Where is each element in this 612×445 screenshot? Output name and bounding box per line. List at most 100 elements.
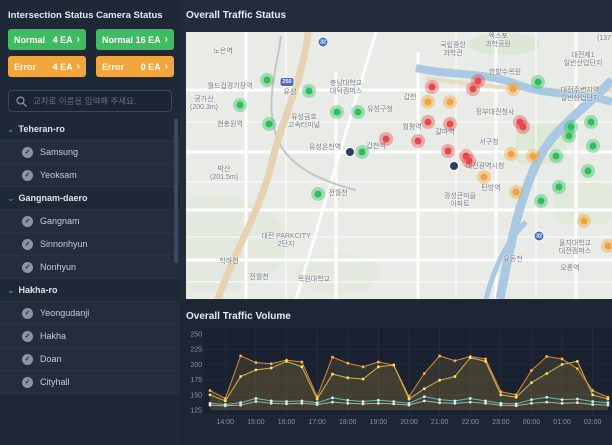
tree-item-label: Doan: [40, 354, 62, 364]
intersection-marker-normal[interactable]: [262, 117, 276, 131]
map-place-label: 박산 (201.5m): [210, 166, 238, 182]
intersection-status-title: Intersection Status: [8, 10, 86, 21]
svg-text:200: 200: [190, 362, 202, 369]
tree-item-nonhyun[interactable]: ✓Nonhyun: [0, 256, 180, 279]
svg-text:150: 150: [190, 392, 202, 399]
intersection-marker-normal[interactable]: [302, 84, 316, 98]
intersection-marker-error[interactable]: [411, 134, 425, 148]
intersection-marker-warning[interactable]: [443, 95, 457, 109]
check-circle-icon: ✓: [22, 377, 33, 388]
intersection-marker-normal[interactable]: [534, 194, 548, 208]
intersection-marker-warning[interactable]: [526, 149, 540, 163]
intersection-marker-normal[interactable]: [355, 145, 369, 159]
map-place-label: 충남대학교 대덕캠퍼스: [330, 80, 362, 96]
intersection-marker-warning[interactable]: [477, 170, 491, 184]
svg-text:125: 125: [190, 408, 202, 415]
map-place-label: 전월천: [249, 274, 268, 282]
map-place-label: 목원대학교: [298, 276, 330, 284]
tree-item-sinnonhyun[interactable]: ✓Sinnonhyun: [0, 233, 180, 256]
intersection-marker-error[interactable]: [516, 120, 530, 134]
tree-item-cityhall[interactable]: ✓Cityhall: [0, 371, 180, 394]
svg-text:16:00: 16:00: [278, 419, 296, 426]
search-input[interactable]: [33, 96, 164, 106]
intersection-marker-normal[interactable]: [233, 98, 247, 112]
intersection-marker-normal[interactable]: [552, 180, 566, 194]
search-icon: [16, 96, 27, 107]
svg-text:00:00: 00:00: [523, 419, 541, 426]
intersection-marker-warning[interactable]: [421, 95, 435, 109]
intersection-marker-error[interactable]: [443, 117, 457, 131]
map-place-label: 탄방역: [481, 185, 500, 193]
intersection-marker-normal[interactable]: [351, 105, 365, 119]
tree-item-samsung[interactable]: ✓Samsung: [0, 141, 180, 164]
tree-item-hakha[interactable]: ✓Hakha: [0, 325, 180, 348]
camera-error-button[interactable]: Error 0 EA ›: [96, 56, 174, 77]
traffic-volume-chart[interactable]: 12515017520022525014:0015:0016:0017:0018…: [180, 328, 612, 432]
tree-item-yeongudanji[interactable]: ✓Yeongudanji: [0, 302, 180, 325]
intersection-marker-error[interactable]: [379, 132, 393, 146]
intersection-marker-normal[interactable]: [531, 75, 545, 89]
scrollbar-thumb[interactable]: [174, 118, 178, 263]
intersection-marker-error[interactable]: [421, 115, 435, 129]
chevron-right-icon: ›: [77, 62, 80, 72]
intersection-marker-normal[interactable]: [584, 115, 598, 129]
camera-normal-button[interactable]: Normal 16 EA ›: [96, 29, 174, 50]
intersection-tree: ⌄Teheran-ro✓Samsung✓Yeoksam⌄Gangnam-daer…: [0, 118, 180, 394]
sidebar: Intersection Status Camera Status Normal…: [0, 0, 180, 445]
intersection-marker-normal[interactable]: [330, 105, 344, 119]
intersection-marker-normal[interactable]: [581, 164, 595, 178]
map-place-label: 을지대학교 대전캠퍼스: [559, 240, 591, 256]
map-place-label: 노은역: [213, 48, 232, 56]
tree-group-label: Teheran-ro: [19, 124, 65, 134]
map-place-label: (137: [597, 35, 611, 43]
svg-text:01:00: 01:00: [553, 419, 571, 426]
intersection-marker-normal[interactable]: [562, 129, 576, 143]
intersection-marker-error[interactable]: [471, 74, 485, 88]
intersection-marker-warning[interactable]: [509, 185, 523, 199]
map-place-label: 유성구청: [367, 106, 393, 114]
map-panel-title: Overall Traffic Status: [186, 10, 286, 21]
svg-text:15:00: 15:00: [247, 419, 265, 426]
tree-group-teheran-ro[interactable]: ⌄Teheran-ro: [0, 118, 180, 141]
intersection-marker-error[interactable]: [425, 80, 439, 94]
check-circle-icon: ✓: [22, 262, 33, 273]
intersection-marker-warning[interactable]: [601, 239, 612, 253]
intersection-marker-normal[interactable]: [260, 73, 274, 87]
traffic-map[interactable]: 노은역월드컵경기장역유성충남대학교 대덕캠퍼스유성구청공가산 (200.3m)현…: [186, 32, 612, 299]
map-road-badge: 32: [534, 231, 545, 242]
intersection-error-button[interactable]: Error 4 EA ›: [8, 56, 86, 77]
chevron-right-icon: ›: [165, 62, 168, 72]
tree-group-label: Hakha-ro: [19, 285, 58, 295]
intersection-marker-normal[interactable]: [549, 149, 563, 163]
tree-item-doan[interactable]: ✓Doan: [0, 348, 180, 371]
map-place-label: 유등천: [503, 256, 522, 264]
map-place-label: 국립중앙 과학관: [440, 42, 466, 58]
map-base: [186, 32, 612, 299]
svg-text:175: 175: [190, 377, 202, 384]
tree-item-gangnam[interactable]: ✓Gangnam: [0, 210, 180, 233]
svg-text:17:00: 17:00: [308, 419, 326, 426]
tree-group-gangnam-daero[interactable]: ⌄Gangnam-daero: [0, 187, 180, 210]
intersection-marker-warning[interactable]: [506, 82, 520, 96]
error-label: Error: [102, 62, 124, 72]
map-place-label: 오룡역: [560, 265, 579, 273]
intersection-marker-normal[interactable]: [311, 187, 325, 201]
tree-group-hakha-ro[interactable]: ⌄Hakha-ro: [0, 279, 180, 302]
intersection-marker-error[interactable]: [441, 144, 455, 158]
chevron-right-icon: ›: [165, 35, 168, 45]
tree-group-label: Gangnam-daero: [19, 193, 88, 203]
intersection-marker-warning[interactable]: [577, 214, 591, 228]
normal-count: 16 EA: [136, 35, 161, 45]
intersection-marker-normal[interactable]: [586, 139, 600, 153]
main-content: Overall Traffic Status: [180, 0, 612, 445]
svg-text:19:00: 19:00: [370, 419, 388, 426]
intersection-marker-error[interactable]: [462, 154, 476, 168]
intersection-normal-button[interactable]: Normal 4 EA ›: [8, 29, 86, 50]
traffic-volume-panel: Overall Traffic Volume 12515017520022525…: [180, 300, 612, 445]
normal-count: 4 EA: [53, 35, 73, 45]
svg-text:21:00: 21:00: [431, 419, 449, 426]
map-road-badge: [345, 147, 355, 157]
tree-item-yeoksam[interactable]: ✓Yeoksam: [0, 164, 180, 187]
intersection-marker-warning[interactable]: [504, 147, 518, 161]
map-road-badge: [449, 161, 459, 171]
